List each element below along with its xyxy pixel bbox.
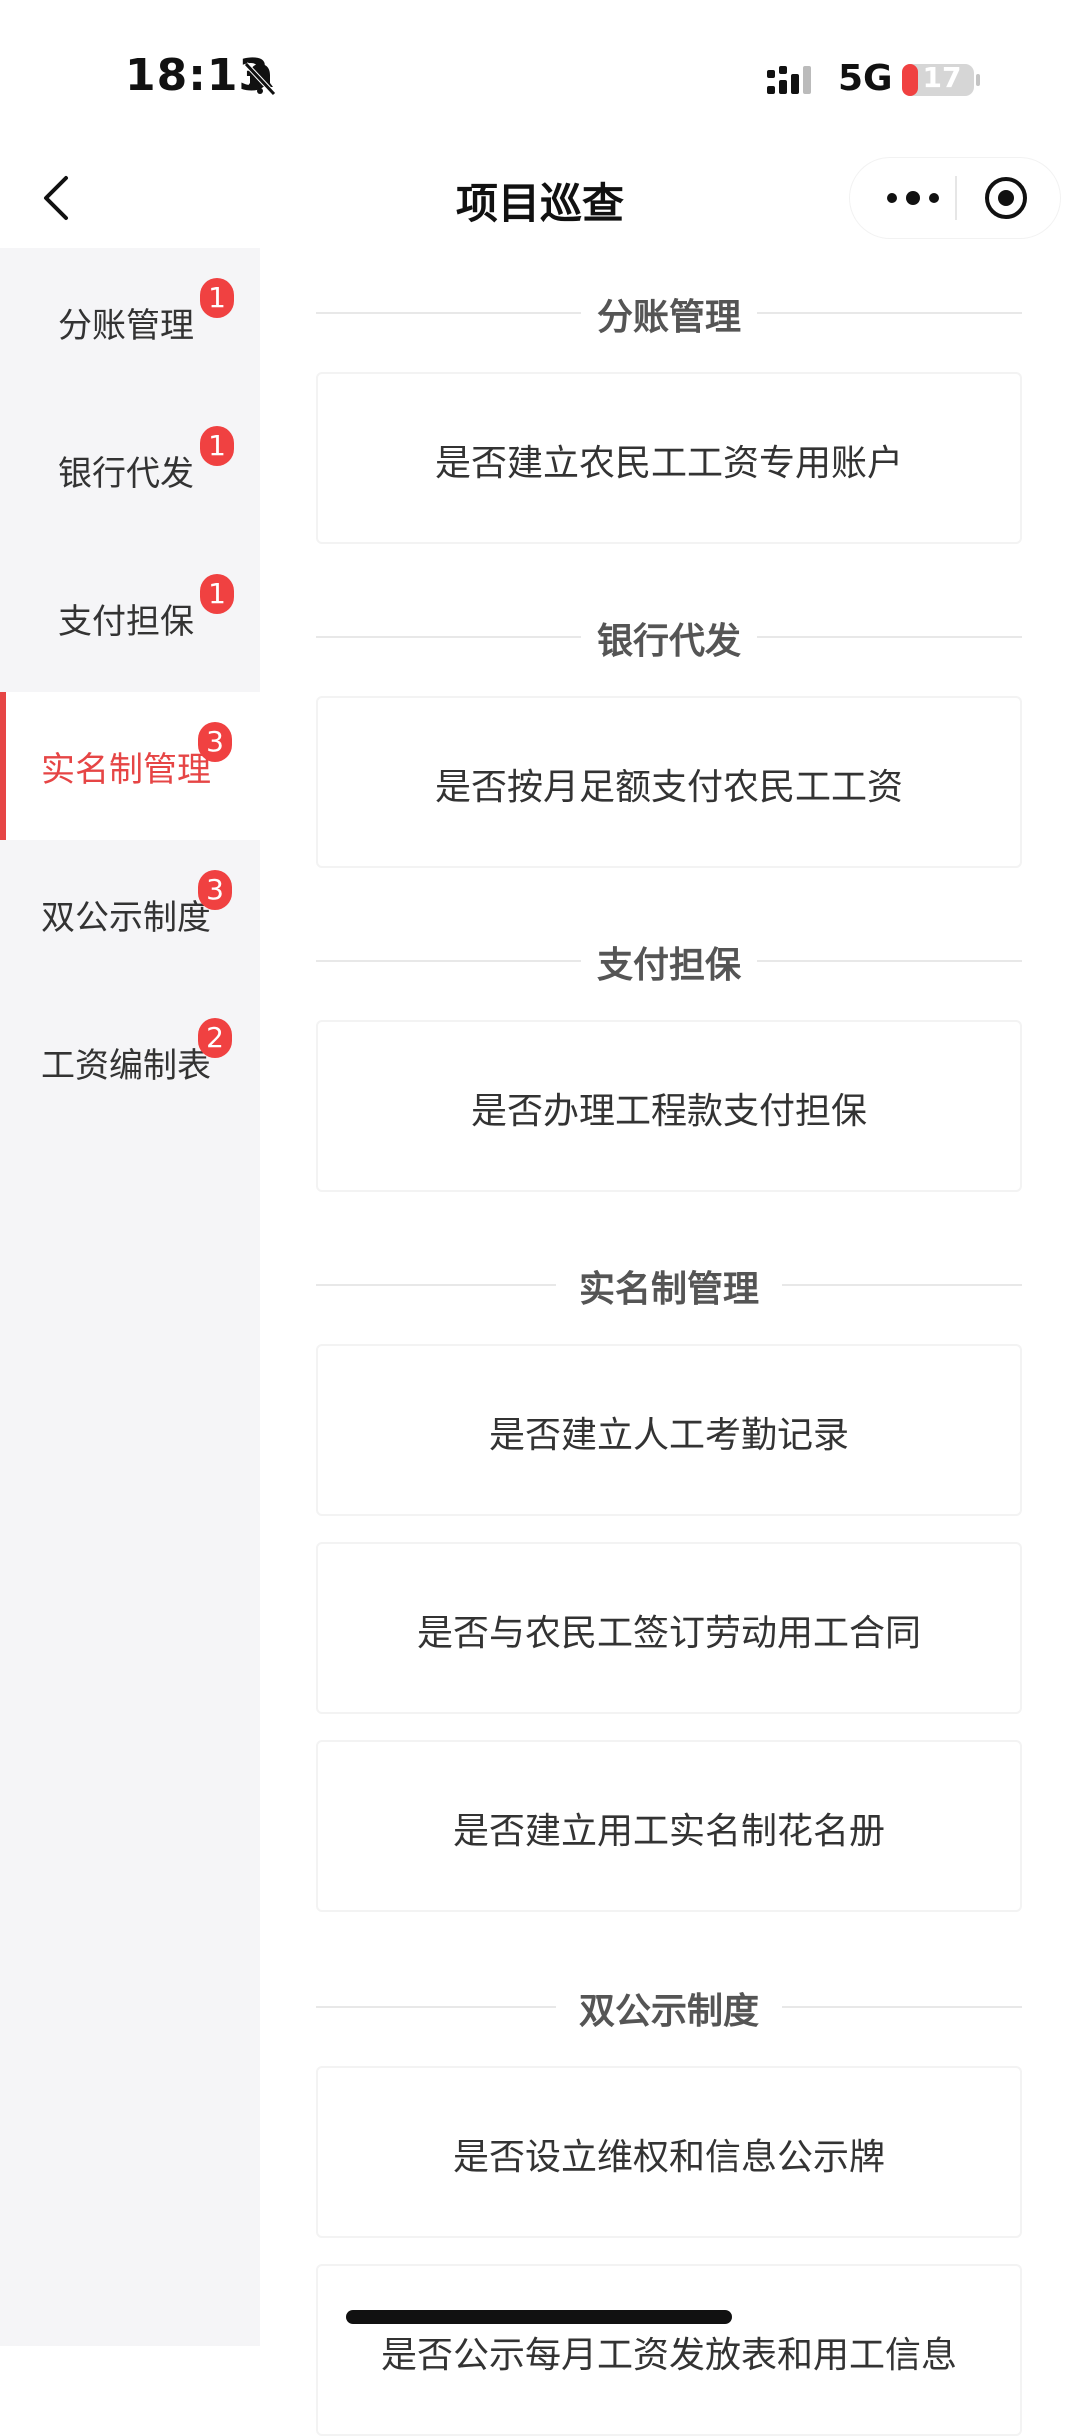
sidebar-item-dual-publicity[interactable]: 双公示制度 3 (0, 840, 260, 988)
inspection-item-text: 是否按月足额支付农民工工资 (434, 767, 903, 808)
inspection-item-text: 是否建立人工考勤记录 (488, 1415, 849, 1456)
inspection-list: 分账管理 是否建立农民工工资专用账户 银行代发 是否按月足额支付农民工工资 支付… (260, 248, 1080, 2436)
target-close-icon[interactable] (982, 174, 1030, 222)
capsule-divider (955, 176, 957, 220)
inspection-item-text: 是否设立维权和信息公示牌 (452, 2137, 885, 2178)
section-header: 分账管理 (316, 282, 1022, 342)
inspection-item-card[interactable]: 是否设立维权和信息公示牌 (316, 2066, 1022, 2238)
sidebar-item-payment-guarantee[interactable]: 支付担保 1 (0, 544, 260, 692)
inspection-item-text: 是否办理工程款支付担保 (470, 1091, 867, 1132)
mini-program-capsule (850, 158, 1060, 238)
section-title: 分账管理 (582, 297, 755, 338)
section-header: 银行代发 (316, 606, 1022, 666)
section-header: 支付担保 (316, 930, 1022, 990)
category-sidebar: 分账管理 1 银行代发 1 支付担保 1 实名制管理 3 双公示制度 3 工资编… (0, 248, 260, 2346)
status-bar: 18:13 5G 17 (0, 0, 1080, 150)
battery-level: 17 (922, 61, 962, 94)
section-title: 银行代发 (582, 621, 755, 662)
inspection-item-text: 是否与农民工签订劳动用工合同 (416, 1613, 921, 1654)
inspection-item-text: 是否建立农民工工资专用账户 (434, 443, 903, 484)
inspection-item-card[interactable]: 是否公示每月工资发放表和用工信息 (316, 2264, 1022, 2436)
signal-icon (767, 66, 811, 94)
section-title: 双公示制度 (564, 1991, 773, 2032)
count-badge: 3 (198, 722, 232, 762)
inspection-item-card[interactable]: 是否建立人工考勤记录 (316, 1344, 1022, 1516)
section-title: 支付担保 (582, 945, 755, 986)
count-badge: 1 (200, 426, 234, 466)
section-header: 实名制管理 (316, 1254, 1022, 1314)
sidebar-item-real-name[interactable]: 实名制管理 3 (0, 692, 260, 840)
bell-muted-icon (244, 62, 276, 96)
count-badge: 1 (200, 278, 234, 318)
inspection-item-card[interactable]: 是否办理工程款支付担保 (316, 1020, 1022, 1192)
count-badge: 2 (198, 1018, 232, 1058)
section-title: 实名制管理 (564, 1269, 773, 1310)
inspection-item-card[interactable]: 是否建立用工实名制花名册 (316, 1740, 1022, 1912)
more-dots-icon[interactable] (878, 178, 948, 218)
section-header: 双公示制度 (316, 1976, 1022, 2036)
count-badge: 3 (198, 870, 232, 910)
network-type: 5G (838, 58, 893, 99)
inspection-item-card[interactable]: 是否建立农民工工资专用账户 (316, 372, 1022, 544)
sidebar-item-bank-payroll[interactable]: 银行代发 1 (0, 396, 260, 544)
sidebar-item-payroll-sheet[interactable]: 工资编制表 2 (0, 988, 260, 1136)
inspection-item-text: 是否建立用工实名制花名册 (452, 1811, 885, 1852)
count-badge: 1 (200, 574, 234, 614)
inspection-item-card[interactable]: 是否与农民工签订劳动用工合同 (316, 1542, 1022, 1714)
sidebar-item-split-account[interactable]: 分账管理 1 (0, 248, 260, 396)
inspection-item-text: 是否公示每月工资发放表和用工信息 (380, 2335, 957, 2376)
home-indicator[interactable] (346, 2310, 732, 2324)
inspection-item-card[interactable]: 是否按月足额支付农民工工资 (316, 696, 1022, 868)
nav-bar: 项目巡查 (0, 150, 1080, 246)
